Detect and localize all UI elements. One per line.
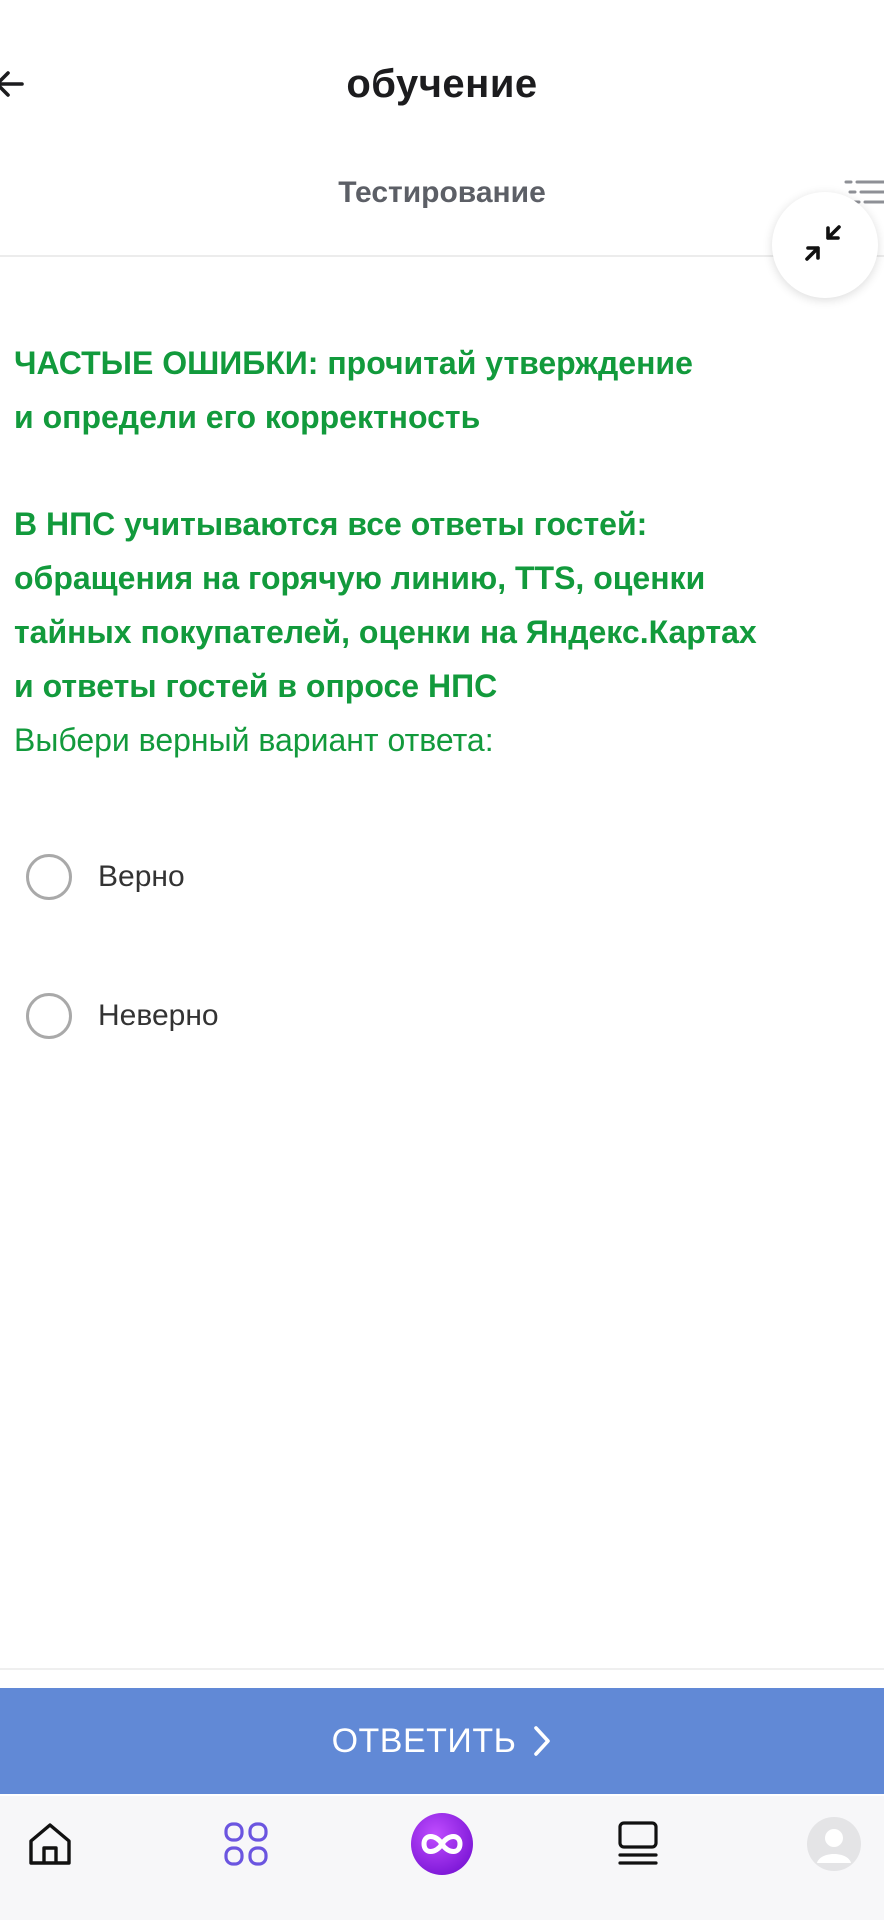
tab-home[interactable] <box>20 1814 80 1874</box>
question-prompt: Выбери верный вариант ответа: <box>14 722 494 758</box>
chevron-right-icon <box>532 1725 552 1757</box>
radio-button[interactable] <box>26 993 72 1039</box>
tab-profile[interactable] <box>806 1816 862 1872</box>
question-statement-line-3: тайных покупателей, оценки на Яндекс.Кар… <box>14 614 757 650</box>
tab-main[interactable] <box>410 1812 474 1876</box>
page-title: обучение <box>346 62 538 106</box>
question-heading-line-1: ЧАСТЫЕ ОШИБКИ: прочитай утверждение <box>14 345 693 381</box>
question-statement-line-2: обращения на горячую линию, TTS, оценки <box>14 560 706 596</box>
tab-catalog[interactable] <box>216 1814 276 1874</box>
section-title: Тестирование <box>338 176 546 209</box>
question-statement-line-1: В НПС учитываются все ответы гостей: <box>14 506 648 542</box>
collapse-arrows-icon <box>805 225 841 261</box>
header-divider <box>0 255 884 257</box>
collapse-button[interactable] <box>772 192 878 298</box>
footer-divider <box>0 1668 884 1670</box>
bottom-tab-bar <box>0 1796 884 1920</box>
stack-icon <box>618 1821 658 1865</box>
answer-option-true[interactable]: Верно <box>26 847 826 907</box>
home-icon <box>29 1823 71 1865</box>
profile-icon <box>807 1817 861 1871</box>
tab-courses[interactable] <box>608 1814 668 1874</box>
infinity-icon <box>411 1813 473 1875</box>
radio-button[interactable] <box>26 854 72 900</box>
question-block: ЧАСТЫЕ ОШИБКИ: прочитай утверждение и оп… <box>14 336 874 767</box>
header: обучение Тестирование <box>0 0 884 209</box>
question-statement-line-4: и ответы гостей в опросе НПС <box>14 668 498 704</box>
option-label: Верно <box>98 860 185 893</box>
grid-icon <box>224 1822 268 1866</box>
submit-answer-button[interactable]: ОТВЕТИТЬ <box>0 1688 884 1794</box>
submit-label: ОТВЕТИТЬ <box>331 1721 517 1760</box>
answer-option-false[interactable]: Неверно <box>26 986 826 1046</box>
question-heading-line-2: и определи его корректность <box>14 399 481 435</box>
option-label: Неверно <box>98 999 219 1032</box>
